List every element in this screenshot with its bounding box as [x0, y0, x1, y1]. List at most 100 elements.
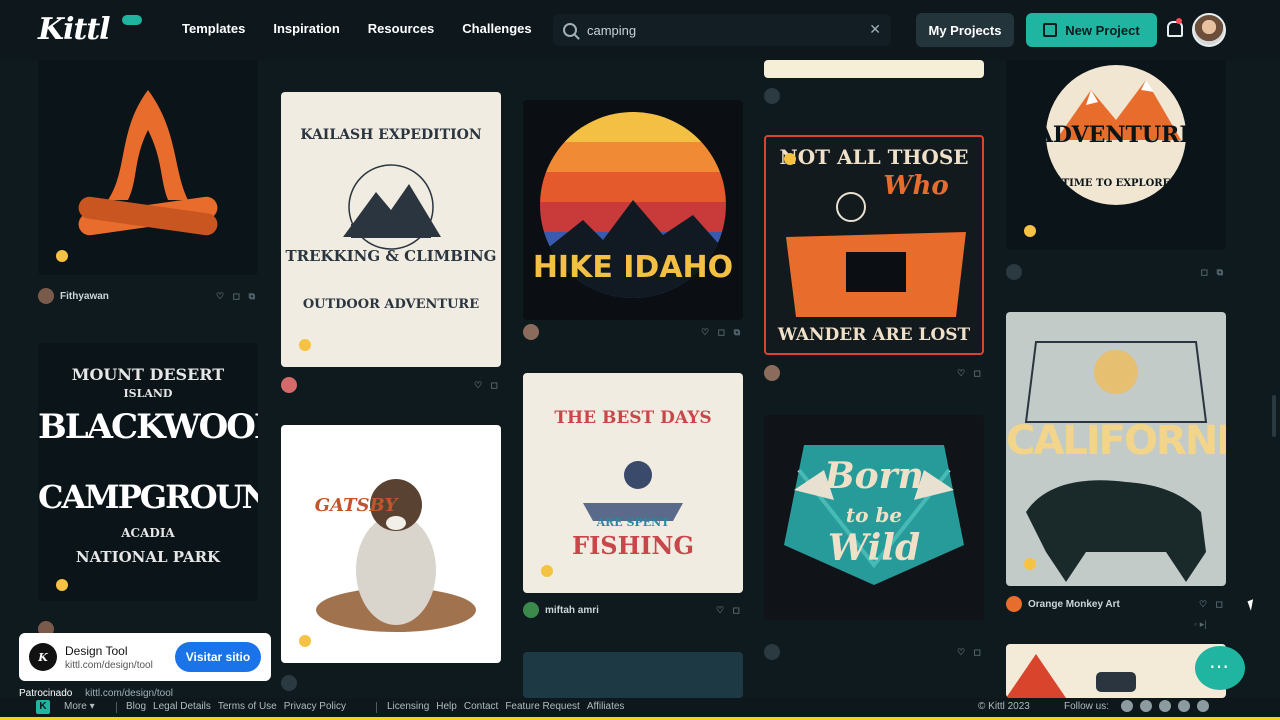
sponsored-ad[interactable]: K Design Tool kittl.com/design/tool Visi…: [19, 633, 271, 681]
pinterest-icon[interactable]: [1178, 700, 1190, 712]
avatar[interactable]: [523, 602, 539, 618]
card-artwork[interactable]: [1006, 644, 1226, 698]
more-label: More: [64, 701, 87, 712]
user-avatar[interactable]: [1192, 13, 1226, 47]
card-artwork[interactable]: Born to be Wild: [764, 415, 984, 620]
art-text-top: MOUNT DESERT: [71, 365, 225, 384]
card-author[interactable]: Fithyawan: [60, 291, 109, 302]
art-text-acadia: ACADIA: [121, 526, 175, 540]
twitter-icon[interactable]: [1197, 700, 1209, 712]
follow-us-label: Follow us:: [1064, 701, 1110, 712]
avatar[interactable]: [1006, 596, 1022, 612]
chat-widget-button[interactable]: [1195, 646, 1245, 690]
footer-link-blog[interactable]: Blog: [126, 701, 146, 712]
card-stats: ♡ ◻ ⧉: [701, 327, 743, 337]
nav-templates[interactable]: Templates: [182, 21, 245, 36]
footer-link-feature-request[interactable]: Feature Request: [505, 701, 580, 712]
nav-inspiration[interactable]: Inspiration: [273, 21, 339, 36]
divider: [116, 702, 117, 713]
avatar[interactable]: [764, 644, 780, 660]
card-stats: ♡ ◻ ⧉: [216, 291, 258, 301]
footer-link-affiliates[interactable]: Affiliates: [587, 701, 625, 712]
close-icon[interactable]: ✕: [869, 21, 881, 38]
van-graphic: [1006, 654, 1136, 698]
main-nav: Templates Inspiration Resources Challeng…: [182, 21, 532, 36]
card-artwork[interactable]: KAILASH EXPEDITION TREKKING & CLIMBING O…: [281, 92, 501, 367]
card-artwork[interactable]: GATSBY: [281, 425, 501, 663]
my-projects-button[interactable]: My Projects: [916, 13, 1014, 47]
new-project-button[interactable]: New Project: [1026, 13, 1157, 47]
mountain-graphic: [343, 164, 441, 250]
card-author[interactable]: Orange Monkey Art: [1028, 599, 1120, 610]
instagram-icon[interactable]: [1159, 700, 1171, 712]
card-artwork[interactable]: [523, 652, 743, 698]
youtube-icon[interactable]: [1140, 700, 1152, 712]
card-artwork[interactable]: [38, 60, 258, 275]
card-stats: ♡ ◻: [715, 605, 743, 615]
card-artwork[interactable]: MOUNT DESERT ISLAND BLACKWOODS CAMPGROUN…: [38, 343, 258, 601]
scrollbar[interactable]: [1272, 395, 1276, 437]
art-text-mid: ARE SPENT: [596, 516, 670, 529]
card-artwork[interactable]: [764, 60, 984, 78]
footer-link-privacy[interactable]: Privacy Policy: [284, 701, 346, 712]
notification-dot: [1176, 18, 1182, 24]
new-project-label: New Project: [1065, 22, 1140, 38]
avatar[interactable]: [38, 288, 54, 304]
footer-link-licensing[interactable]: Licensing: [387, 701, 429, 712]
card-meta: ♡ ◻: [281, 377, 501, 393]
footer-link-help[interactable]: Help: [436, 701, 457, 712]
card-meta: ♡ ◻: [764, 365, 984, 381]
art-text-bottom: NATIONAL PARK: [75, 548, 221, 566]
mountain-badge-graphic: [1046, 65, 1186, 205]
footer-links-secondary: Licensing Help Contact Feature Request A…: [387, 701, 624, 712]
footer-link-terms[interactable]: Terms of Use: [218, 701, 277, 712]
kittl-logo[interactable]: Kittl: [38, 12, 111, 47]
ad-url: kittl.com/design/tool: [65, 659, 153, 671]
premium-coin-icon: [784, 153, 796, 165]
card-stats: ♡ ◻: [1198, 599, 1226, 609]
dog-graphic: [316, 479, 476, 632]
boat-graphic: [583, 461, 683, 521]
art-text-to-be: to be: [845, 503, 903, 527]
logo-badge: [122, 15, 142, 25]
avatar[interactable]: [1006, 264, 1022, 280]
art-text-bottom: WANDER ARE LOST: [777, 325, 971, 345]
avatar[interactable]: [281, 377, 297, 393]
visit-site-button[interactable]: Visitar sitio: [175, 642, 261, 672]
art-text-wild: Wild: [827, 527, 921, 569]
card-artwork[interactable]: CALIFORNIA: [1006, 312, 1226, 586]
nav-resources[interactable]: Resources: [368, 21, 434, 36]
card-meta: Orange Monkey Art ♡ ◻: [1006, 596, 1226, 612]
card-meta: [764, 88, 984, 104]
bell-icon[interactable]: [1166, 18, 1183, 37]
divider: [376, 702, 377, 713]
footer-link-contact[interactable]: Contact: [464, 701, 498, 712]
card-author[interactable]: miftah amri: [545, 605, 599, 616]
card-meta: [281, 675, 501, 691]
card-artwork[interactable]: ADVENTURE TIME TO EXPLORE: [1006, 60, 1226, 250]
card-stats: ◻ ⧉: [1200, 267, 1226, 277]
card-artwork[interactable]: NOT ALL THOSE Who WANDER ARE LOST: [764, 135, 984, 355]
premium-coin-icon: [56, 250, 68, 262]
search-input[interactable]: [587, 22, 857, 38]
footer-link-legal[interactable]: Legal Details: [153, 701, 211, 712]
scroll-control[interactable]: ◦ ▸|: [1194, 619, 1207, 630]
card-artwork[interactable]: HIKE IDAHO: [523, 100, 743, 320]
art-text: CALIFORNIA: [1006, 418, 1226, 464]
facebook-icon[interactable]: [1121, 700, 1133, 712]
avatar[interactable]: [281, 675, 297, 691]
kittl-footer-icon[interactable]: K: [36, 700, 50, 714]
compass-graphic: [786, 192, 966, 317]
footer-more-menu[interactable]: More ▾: [64, 701, 95, 712]
premium-coin-icon: [299, 339, 311, 351]
avatar[interactable]: [523, 324, 539, 340]
avatar[interactable]: [764, 88, 780, 104]
art-text-island: ISLAND: [123, 387, 173, 400]
nav-challenges[interactable]: Challenges: [462, 21, 531, 36]
card-artwork[interactable]: THE BEST DAYS ARE SPENT FISHING: [523, 373, 743, 593]
art-text-blackwoods: BLACKWOODS: [38, 407, 258, 447]
art-text-born: Born: [824, 455, 924, 497]
avatar[interactable]: [764, 365, 780, 381]
art-text-sub: TIME TO EXPLORE: [1061, 178, 1171, 189]
card-meta: ♡ ◻ ⧉: [523, 324, 743, 340]
